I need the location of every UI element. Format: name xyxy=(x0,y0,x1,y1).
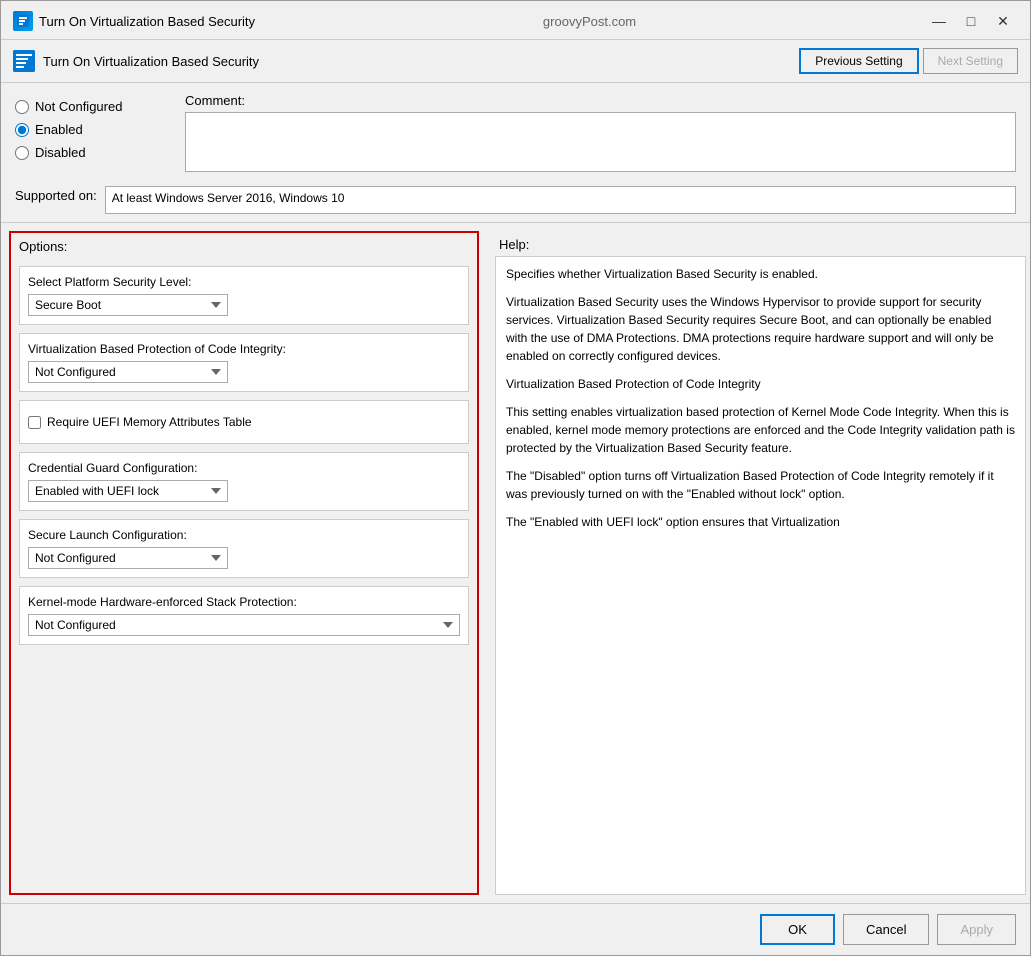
vbs-group: Virtualization Based Protection of Code … xyxy=(19,333,469,392)
lower-section: Options: Select Platform Security Level:… xyxy=(1,222,1030,903)
comment-textarea[interactable] xyxy=(185,112,1016,172)
content-area: Not Configured Enabled Disabled Comment:… xyxy=(1,83,1030,903)
header-bar: Turn On Virtualization Based Security Pr… xyxy=(1,40,1030,83)
options-panel: Options: Select Platform Security Level:… xyxy=(9,231,479,895)
options-content: Select Platform Security Level: Secure B… xyxy=(11,258,477,653)
help-para-2: Virtualization Based Security uses the W… xyxy=(506,293,1015,365)
disabled-option[interactable]: Disabled xyxy=(15,145,175,160)
credential-guard-label: Credential Guard Configuration: xyxy=(28,461,460,475)
footer: OK Cancel Apply xyxy=(1,903,1030,955)
header-title: Turn On Virtualization Based Security xyxy=(43,54,259,69)
help-scrollable[interactable]: Specifies whether Virtualization Based S… xyxy=(495,256,1026,895)
help-title: Help: xyxy=(491,231,1030,256)
secure-launch-dropdown[interactable]: Not Configured Enabled Disabled xyxy=(28,547,228,569)
supported-value: At least Windows Server 2016, Windows 10 xyxy=(105,186,1016,214)
comment-label: Comment: xyxy=(185,93,1016,108)
site-label: groovyPost.com xyxy=(255,14,924,29)
enabled-radio[interactable] xyxy=(15,123,29,137)
ok-button[interactable]: OK xyxy=(760,914,835,945)
window-controls: — □ ✕ xyxy=(924,9,1018,33)
kernel-stack-group: Kernel-mode Hardware-enforced Stack Prot… xyxy=(19,586,469,645)
uefi-group: Require UEFI Memory Attributes Table xyxy=(19,400,469,444)
apply-button[interactable]: Apply xyxy=(937,914,1016,945)
window-title: Turn On Virtualization Based Security xyxy=(39,14,255,29)
help-text: Specifies whether Virtualization Based S… xyxy=(496,257,1025,549)
kernel-stack-dropdown[interactable]: Not Configured Enabled in audit mode Ena… xyxy=(28,614,460,636)
uefi-checkbox-label: Require UEFI Memory Attributes Table xyxy=(47,415,252,429)
title-bar: Turn On Virtualization Based Security gr… xyxy=(1,1,1030,40)
enabled-label: Enabled xyxy=(35,122,83,137)
supported-section: Supported on: At least Windows Server 20… xyxy=(1,182,1030,222)
close-button[interactable]: ✕ xyxy=(988,9,1018,33)
cancel-button[interactable]: Cancel xyxy=(843,914,929,945)
main-window: Turn On Virtualization Based Security gr… xyxy=(0,0,1031,956)
minimize-button[interactable]: — xyxy=(924,9,954,33)
policy-icon xyxy=(13,50,35,72)
enabled-option[interactable]: Enabled xyxy=(15,122,175,137)
supported-label: Supported on: xyxy=(15,186,97,203)
vbs-dropdown[interactable]: Not Configured Enabled without lock Enab… xyxy=(28,361,228,383)
disabled-label: Disabled xyxy=(35,145,86,160)
header-left: Turn On Virtualization Based Security xyxy=(13,50,259,72)
credential-guard-dropdown[interactable]: Not Configured Enabled with UEFI lock En… xyxy=(28,480,228,502)
options-title: Options: xyxy=(11,233,477,258)
platform-level-group: Select Platform Security Level: Secure B… xyxy=(19,266,469,325)
help-para-6: The "Enabled with UEFI lock" option ensu… xyxy=(506,513,1015,531)
next-setting-button[interactable]: Next Setting xyxy=(923,48,1018,74)
not-configured-label: Not Configured xyxy=(35,99,122,114)
comment-section: Comment: xyxy=(185,93,1016,172)
prev-setting-button[interactable]: Previous Setting xyxy=(799,48,918,74)
radio-group: Not Configured Enabled Disabled xyxy=(15,93,175,172)
top-section: Not Configured Enabled Disabled Comment: xyxy=(1,83,1030,182)
platform-level-dropdown[interactable]: Secure Boot Secure Boot and DMA Protecti… xyxy=(28,294,228,316)
secure-launch-group: Secure Launch Configuration: Not Configu… xyxy=(19,519,469,578)
credential-guard-group: Credential Guard Configuration: Not Conf… xyxy=(19,452,469,511)
platform-level-label: Select Platform Security Level: xyxy=(28,275,460,289)
help-para-4: This setting enables virtualization base… xyxy=(506,403,1015,457)
help-para-5: The "Disabled" option turns off Virtuali… xyxy=(506,467,1015,503)
help-panel: Help: Specifies whether Virtualization B… xyxy=(487,223,1030,903)
app-icon xyxy=(13,11,33,31)
help-para-3: Virtualization Based Protection of Code … xyxy=(506,375,1015,393)
uefi-checkbox-item[interactable]: Require UEFI Memory Attributes Table xyxy=(28,409,460,435)
disabled-radio[interactable] xyxy=(15,146,29,160)
title-bar-left: Turn On Virtualization Based Security xyxy=(13,11,255,31)
help-para-1: Specifies whether Virtualization Based S… xyxy=(506,265,1015,283)
maximize-button[interactable]: □ xyxy=(956,9,986,33)
not-configured-option[interactable]: Not Configured xyxy=(15,99,175,114)
vbs-label: Virtualization Based Protection of Code … xyxy=(28,342,460,356)
nav-buttons: Previous Setting Next Setting xyxy=(799,48,1018,74)
not-configured-radio[interactable] xyxy=(15,100,29,114)
uefi-checkbox[interactable] xyxy=(28,416,41,429)
secure-launch-label: Secure Launch Configuration: xyxy=(28,528,460,542)
kernel-stack-label: Kernel-mode Hardware-enforced Stack Prot… xyxy=(28,595,460,609)
